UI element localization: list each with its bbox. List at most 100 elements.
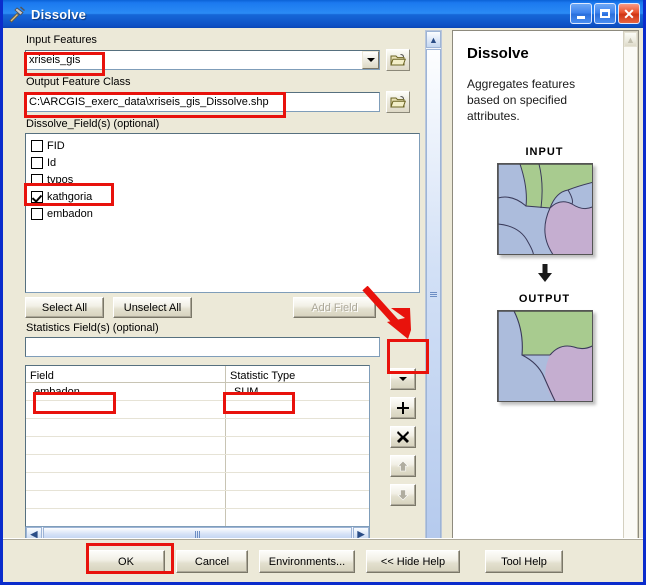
list-item[interactable]: typos (31, 172, 419, 188)
output-feature-class-input[interactable]: C:\ARCGIS_exerc_data\xriseis_gis_Dissolv… (25, 92, 380, 112)
close-button[interactable]: ✕ (618, 3, 640, 24)
cell-statistic-type[interactable] (226, 437, 369, 454)
output-diagram-image (496, 310, 593, 402)
tool-help-button[interactable]: Tool Help (485, 550, 563, 573)
cell-statistic-type[interactable] (226, 455, 369, 472)
open-folder-icon (390, 96, 406, 108)
statistics-fields-label: Statistics Field(s) (optional) (26, 322, 159, 334)
cell-statistic-type[interactable] (226, 473, 369, 490)
scroll-thumb[interactable] (426, 49, 441, 541)
hammer-tool-icon (8, 5, 26, 23)
checkbox-typos[interactable] (31, 174, 43, 186)
select-all-button[interactable]: Select All (25, 297, 104, 318)
list-item[interactable]: Id (31, 155, 419, 171)
dissolve-fields-listbox[interactable]: FID Id typos kathgoria embadon (25, 133, 420, 293)
table-row[interactable] (26, 419, 369, 437)
help-pane: Dissolve Aggregates features based on sp… (446, 28, 643, 582)
arrow-down-icon (397, 489, 409, 501)
cell-statistic-type[interactable] (226, 509, 369, 526)
help-description: Aggregates features based on specified a… (467, 77, 576, 123)
table-row[interactable] (26, 401, 369, 419)
environments-button[interactable]: Environments... (259, 550, 355, 573)
parameters-pane-scrollbar[interactable]: ▲ ▼ (425, 30, 442, 560)
checkbox-embadon[interactable] (31, 208, 43, 220)
add-field-button[interactable]: Add Field (293, 297, 376, 318)
grip-icon (430, 292, 437, 298)
input-features-value: xriseis_gis (29, 54, 81, 66)
grip-icon (194, 531, 201, 538)
cell-field[interactable]: embadon (26, 383, 226, 400)
cell-field[interactable] (26, 401, 226, 418)
title-bar: Dissolve ✕ (3, 0, 643, 28)
scroll-up-button[interactable]: ▲ (624, 32, 637, 47)
ok-button[interactable]: OK (87, 550, 165, 573)
chevron-down-icon (399, 377, 407, 381)
input-features-row: xriseis_gis (25, 49, 423, 71)
dissolve-dialog-window: Dissolve ✕ Input Features xriseis_gis Ou… (0, 0, 646, 585)
down-arrow-icon (537, 264, 553, 287)
cell-field[interactable] (26, 455, 226, 472)
dropdown-button[interactable] (390, 368, 416, 390)
statistics-fields-input[interactable] (25, 337, 380, 357)
cancel-button[interactable]: Cancel (176, 550, 248, 573)
output-feature-class-browse-button[interactable] (386, 91, 410, 113)
output-feature-class-row: C:\ARCGIS_exerc_data\xriseis_gis_Dissolv… (25, 91, 423, 113)
cell-field[interactable] (26, 509, 226, 526)
table-row[interactable] (26, 491, 369, 509)
list-action-buttons: Select All Unselect All Add Field (25, 297, 423, 318)
arrow-up-icon (397, 460, 409, 472)
input-diagram-label: INPUT (525, 146, 564, 158)
list-item[interactable]: kathgoria (31, 189, 419, 205)
footer-buttons: OK Cancel Environments... << Hide Help T… (87, 550, 563, 573)
table-row[interactable]: embadon SUM (26, 383, 369, 401)
cell-field[interactable] (26, 473, 226, 490)
minimize-button[interactable] (570, 3, 592, 24)
hide-help-button[interactable]: << Hide Help (366, 550, 460, 573)
input-diagram-image (496, 163, 593, 255)
list-item-label: embadon (47, 208, 93, 220)
list-item-label: kathgoria (47, 191, 93, 203)
plus-icon (397, 402, 409, 414)
column-header-statistic-type: Statistic Type (230, 370, 296, 382)
input-features-combo[interactable]: xriseis_gis (25, 50, 380, 70)
cell-statistic-type[interactable] (226, 419, 369, 436)
move-up-button[interactable] (390, 455, 416, 477)
table-row[interactable] (26, 473, 369, 491)
help-content-box: Dissolve Aggregates features based on sp… (452, 30, 639, 560)
list-item[interactable]: FID (31, 138, 419, 154)
cell-field[interactable] (26, 491, 226, 508)
checkbox-fid[interactable] (31, 140, 43, 152)
table-row[interactable] (26, 437, 369, 455)
cell-statistic-type[interactable] (226, 401, 369, 418)
parameters-pane: Input Features xriseis_gis Output Featur… (3, 28, 446, 582)
scroll-up-button[interactable]: ▲ (426, 31, 441, 48)
input-features-label: Input Features (26, 34, 97, 46)
footer-bar: OK Cancel Environments... << Hide Help T… (3, 538, 643, 582)
help-title: Dissolve (467, 45, 529, 62)
grid-header-row: Field Statistic Type (26, 366, 369, 383)
delete-row-button[interactable] (390, 426, 416, 448)
open-folder-icon (390, 54, 406, 66)
cell-statistic-type[interactable]: SUM (226, 383, 369, 400)
cell-statistic-type[interactable] (226, 491, 369, 508)
maximize-button[interactable] (594, 3, 616, 24)
input-features-dropdown-button[interactable] (362, 51, 379, 69)
move-down-button[interactable] (390, 484, 416, 506)
checkbox-kathgoria[interactable] (31, 191, 43, 203)
help-pane-scrollbar[interactable]: ▲ ▼ (623, 31, 638, 559)
list-item[interactable]: embadon (31, 206, 419, 222)
unselect-all-button[interactable]: Unselect All (113, 297, 192, 318)
output-diagram-label: OUTPUT (518, 293, 571, 305)
column-header-field: Field (26, 366, 226, 382)
cell-field[interactable] (26, 419, 226, 436)
table-row[interactable] (26, 455, 369, 473)
input-features-browse-button[interactable] (386, 49, 410, 71)
statistics-grid[interactable]: Field Statistic Type embadon SUM (25, 365, 370, 527)
cell-field[interactable] (26, 437, 226, 454)
close-icon: ✕ (623, 5, 635, 22)
checkbox-id[interactable] (31, 157, 43, 169)
minimize-icon (577, 15, 585, 19)
grid-side-buttons (389, 368, 417, 506)
table-row[interactable] (26, 509, 369, 526)
add-row-button[interactable] (390, 397, 416, 419)
